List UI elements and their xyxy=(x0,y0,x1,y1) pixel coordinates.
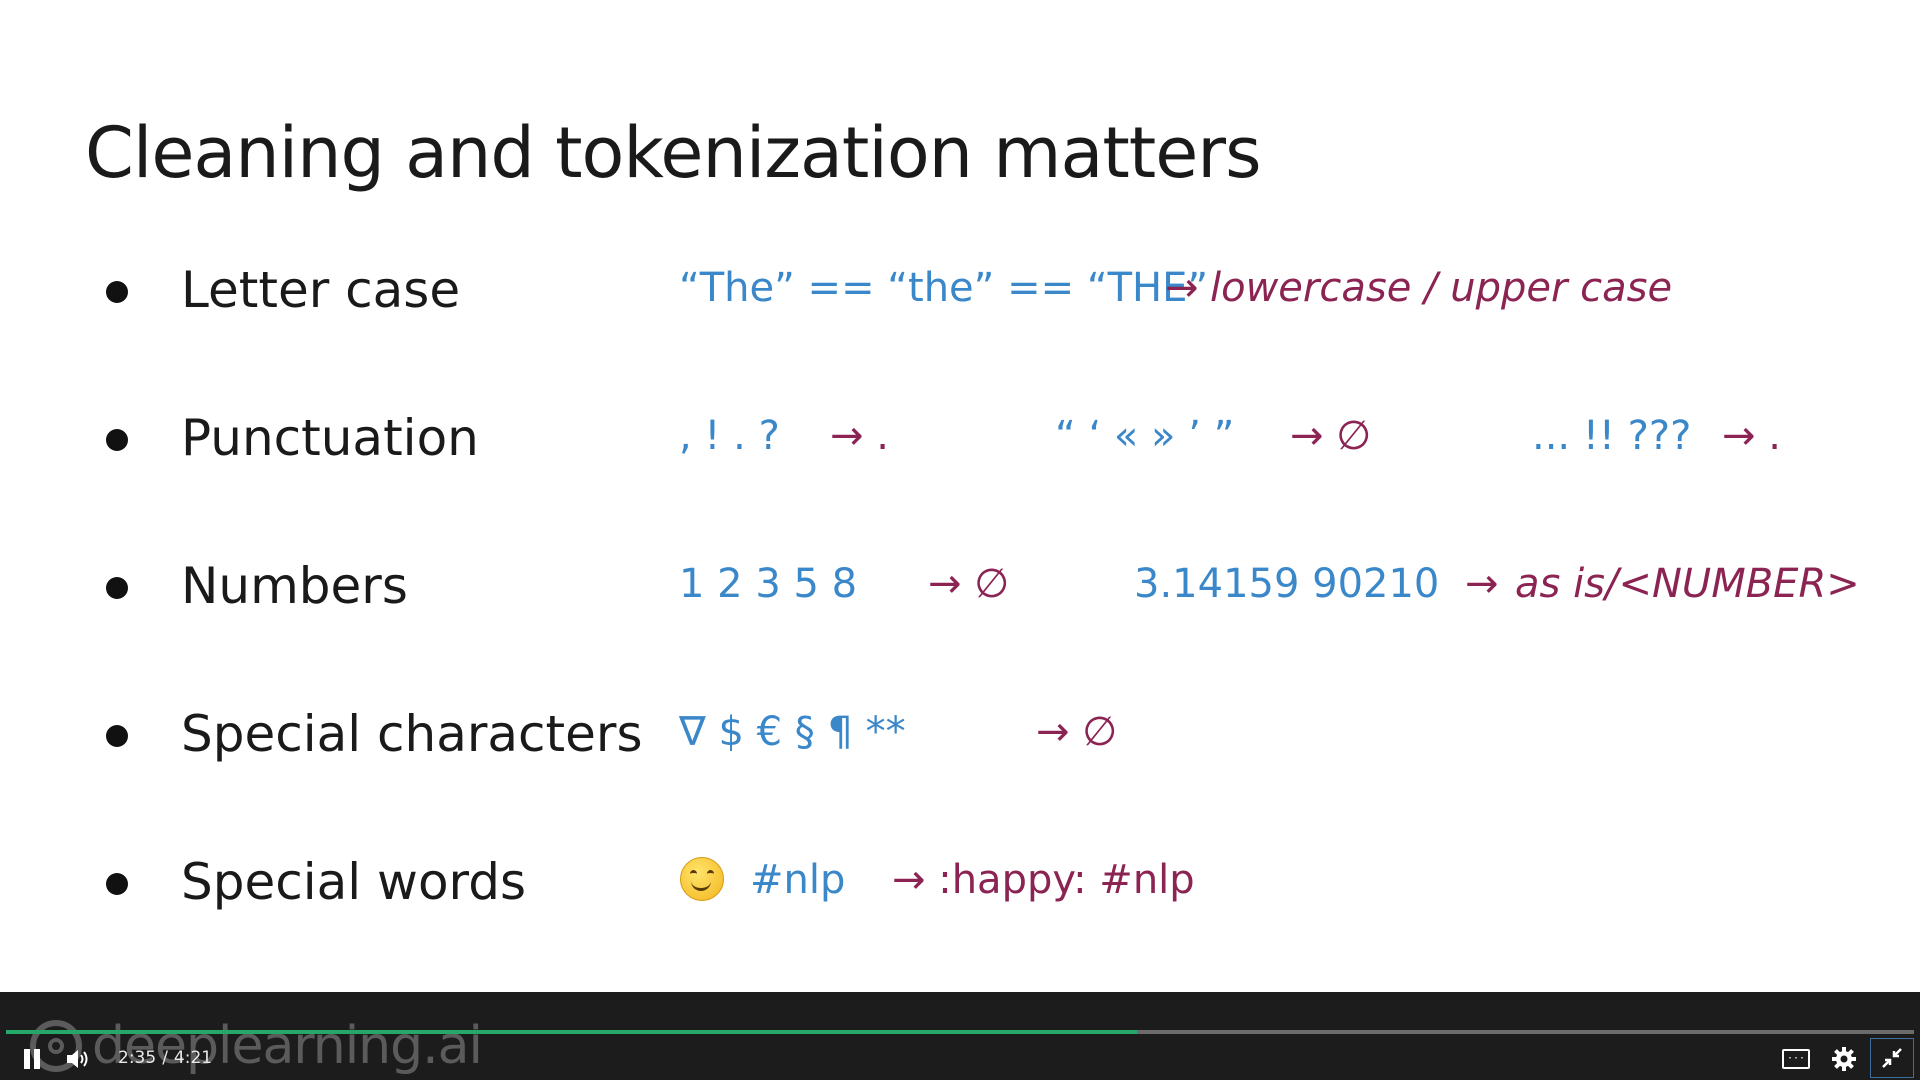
row-label: Special words xyxy=(181,853,526,911)
row-label: Letter case xyxy=(181,261,461,319)
row-label: Special characters xyxy=(181,705,643,763)
bullet-row-special-characters: Special characters ∇ $ € § ¶ ** → ∅ xyxy=(0,689,1920,789)
result-text: → ∅ xyxy=(1036,709,1118,755)
watermark: deeplearning.ai xyxy=(30,1016,483,1076)
gear-icon xyxy=(1832,1047,1856,1071)
bullet-row-special-words: Special words #nlp → :happy: #nlp xyxy=(0,837,1920,937)
bullet-icon xyxy=(106,281,128,303)
current-time: 2:35 xyxy=(118,1048,157,1068)
bullet-row-punctuation: Punctuation , ! . ? → . “ ‘ « » ’ ” → ∅ … xyxy=(0,393,1920,493)
example-text: “The” == “the” == “THE” xyxy=(679,265,1209,311)
slide: Cleaning and tokenization matters Letter… xyxy=(0,0,1920,992)
captions-icon: ··· xyxy=(1782,1049,1810,1069)
example-text: 1 2 3 5 8 xyxy=(679,561,858,607)
result-text: as is/<NUMBER> xyxy=(1515,561,1860,607)
volume-button[interactable] xyxy=(60,1042,96,1076)
result-text: → :happy: #nlp xyxy=(892,857,1195,903)
slide-title: Cleaning and tokenization matters xyxy=(85,112,1262,194)
example-text: ∇ $ € § ¶ ** xyxy=(679,709,906,755)
video-player-controls: deeplearning.ai 2:35/4:21 ··· xyxy=(0,992,1920,1080)
arrow-icon: → xyxy=(1165,265,1199,311)
row-label: Punctuation xyxy=(181,409,479,467)
example-text: , ! . ? xyxy=(679,413,780,459)
captions-button[interactable]: ··· xyxy=(1778,1042,1814,1076)
time-display: 2:35/4:21 xyxy=(118,1048,218,1068)
progress-bar[interactable] xyxy=(6,1030,1914,1034)
result-text: → ∅ xyxy=(928,561,1010,607)
result-text: → . xyxy=(830,413,889,459)
example-text: #nlp xyxy=(750,857,846,903)
row-label: Numbers xyxy=(181,557,408,615)
bullet-row-letter-case: Letter case “The” == “the” == “THE” → lo… xyxy=(0,245,1920,345)
example-text: “ ‘ « » ’ ” xyxy=(1055,413,1235,459)
volume-icon xyxy=(67,1050,88,1068)
progress-fill xyxy=(6,1030,1138,1034)
pause-button[interactable] xyxy=(16,1042,48,1076)
result-text: lowercase / upper case xyxy=(1210,265,1673,311)
result-text: → . xyxy=(1722,413,1781,459)
result-text: → ∅ xyxy=(1290,413,1372,459)
bullet-row-numbers: Numbers 1 2 3 5 8 → ∅ 3.14159 90210 → as… xyxy=(0,541,1920,641)
duration: 4:21 xyxy=(173,1048,213,1068)
bullet-icon xyxy=(106,429,128,451)
time-separator: / xyxy=(162,1048,168,1068)
bullet-icon xyxy=(106,577,128,599)
settings-button[interactable] xyxy=(1826,1042,1862,1076)
smiley-emoji-icon xyxy=(680,857,724,901)
bullet-icon xyxy=(106,725,128,747)
exit-fullscreen-button[interactable] xyxy=(1870,1038,1914,1078)
example-text: ... !! ??? xyxy=(1532,413,1692,459)
exit-fullscreen-icon xyxy=(1882,1048,1902,1068)
example-text: 3.14159 90210 xyxy=(1134,561,1440,607)
bullet-icon xyxy=(106,873,128,895)
arrow-icon: → xyxy=(1465,561,1499,607)
pause-icon xyxy=(24,1049,30,1069)
